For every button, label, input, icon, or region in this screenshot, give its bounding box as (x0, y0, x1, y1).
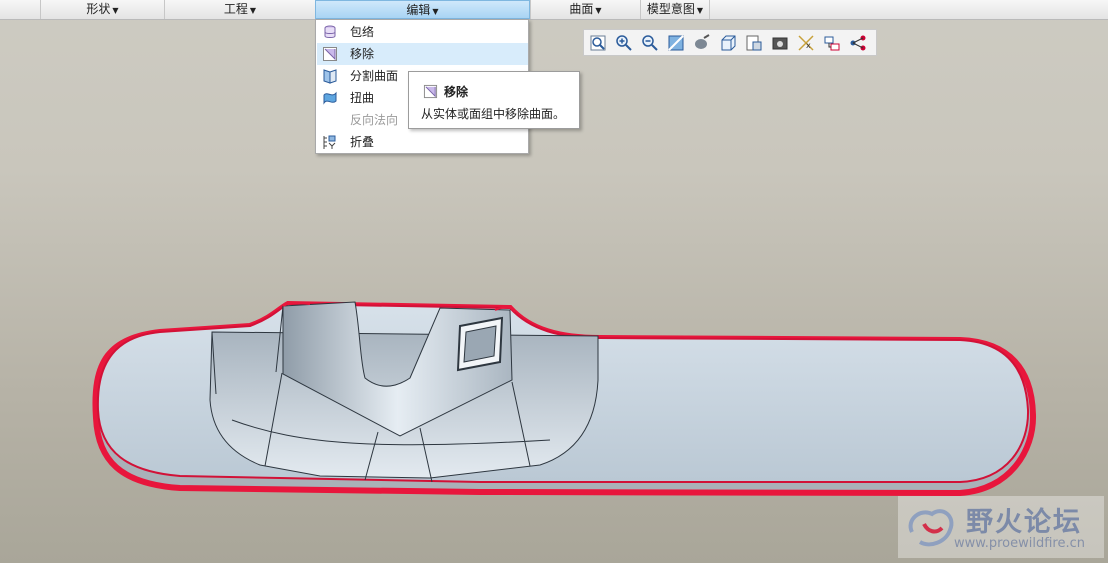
group-shape-label: 形状 (86, 2, 111, 16)
tooltip-description: 从实体或面组中移除曲面。 (421, 107, 566, 121)
annotation-display-icon[interactable] (847, 32, 869, 54)
saved-orientations-icon[interactable] (717, 32, 739, 54)
tooltip-title: 移除 (444, 85, 469, 99)
ribbon-group-bar: 形状 ▼ 工程 ▼ 编辑 ▼ 曲面 ▼ 模型意图 ▼ (0, 0, 1108, 20)
forum-logo-icon (908, 509, 954, 547)
perspective-icon[interactable] (769, 32, 791, 54)
menu-item-label: 移除 (350, 47, 375, 61)
group-edit[interactable]: 编辑 ▼ (315, 0, 530, 19)
zoom-in-icon[interactable] (613, 32, 635, 54)
chevron-down-icon: ▼ (432, 7, 439, 16)
refit-icon[interactable] (587, 32, 609, 54)
watermark: 野火论坛 www.proewildfire.cn (898, 496, 1104, 558)
group-surfaces[interactable]: 曲面 ▼ (530, 0, 640, 19)
menu-item-wrap[interactable]: 包络 (317, 21, 528, 43)
menu-item-label: 折叠 (350, 135, 375, 149)
chevron-down-icon: ▼ (112, 6, 119, 15)
watermark-brand: 野火论坛 (966, 507, 1082, 538)
wrap-icon (324, 25, 336, 38)
remove-icon (323, 47, 337, 61)
group-surfaces-label: 曲面 (569, 2, 594, 16)
menu-item-label: 扭曲 (350, 91, 375, 105)
repaint-icon[interactable] (665, 32, 687, 54)
group-engineering-label: 工程 (223, 2, 248, 16)
chevron-down-icon: ▼ (696, 6, 704, 15)
chevron-down-icon: ▼ (249, 6, 257, 15)
group-engineering[interactable]: 工程 ▼ (164, 0, 315, 19)
group-shape[interactable]: 形状 ▼ (40, 0, 164, 19)
menu-item-fold[interactable]: 折叠 (317, 131, 528, 153)
warp-icon (323, 91, 337, 105)
menu-item-label: 分割曲面 (350, 69, 399, 83)
view-toolbar: x (583, 29, 877, 56)
spin-center-icon[interactable] (821, 32, 843, 54)
menu-item-label: 反向法向 (350, 113, 399, 127)
menu-item-label: 包络 (350, 25, 375, 39)
group-edit-label: 编辑 (406, 3, 431, 17)
fold-icon (323, 135, 336, 149)
split-surface-icon (323, 69, 337, 84)
svg-text:x: x (806, 41, 811, 50)
zoom-out-icon[interactable] (639, 32, 661, 54)
menu-item-remove[interactable]: 移除 (317, 43, 528, 65)
chevron-down-icon: ▼ (595, 6, 602, 15)
group-model-intent[interactable]: 模型意图 ▼ (640, 0, 710, 19)
tooltip: 移除 从实体或面组中移除曲面。 (408, 71, 580, 129)
group-model-intent-label: 模型意图 (646, 2, 695, 16)
remove-icon (423, 84, 438, 99)
display-style-icon[interactable] (691, 32, 713, 54)
datum-display-icon[interactable]: x (795, 32, 817, 54)
watermark-url: www.proewildfire.cn (954, 536, 1085, 551)
view-manager-icon[interactable] (743, 32, 765, 54)
